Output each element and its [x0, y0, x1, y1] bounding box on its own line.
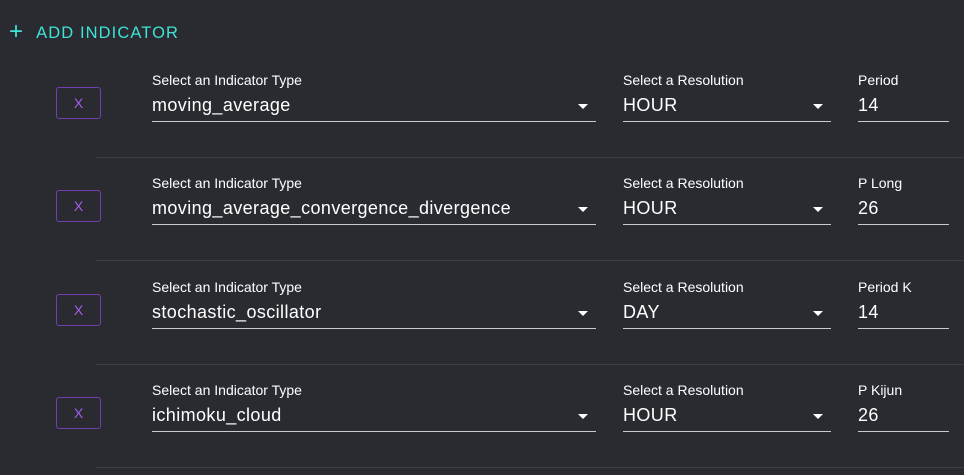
remove-indicator-button[interactable]: X [56, 397, 101, 429]
indicator-row: X Select an Indicator Type moving_averag… [0, 157, 964, 261]
add-indicator-label: ADD INDICATOR [36, 23, 180, 42]
indicator-type-label: Select an Indicator Type [152, 72, 302, 88]
resolution-select[interactable]: HOUR [623, 401, 831, 432]
parameter-input[interactable]: 26 [858, 194, 949, 225]
dropdown-caret-icon [578, 104, 588, 109]
parameter-field: P Kijun 26 [858, 382, 949, 432]
parameter-field: Period 14 [858, 72, 949, 122]
dropdown-caret-icon [578, 207, 588, 212]
dropdown-caret-icon [578, 311, 588, 316]
indicator-type-select[interactable]: moving_average_convergence_divergence [152, 194, 596, 225]
parameter-input[interactable]: 26 [858, 401, 949, 432]
parameter-label: P Kijun [858, 382, 903, 398]
indicator-type-value: moving_average [152, 95, 291, 115]
resolution-label: Select a Resolution [623, 382, 744, 398]
dropdown-caret-icon [578, 414, 588, 419]
indicator-type-select[interactable]: stochastic_oscillator [152, 298, 596, 329]
indicator-type-value: moving_average_convergence_divergence [152, 198, 512, 218]
indicator-type-value: ichimoku_cloud [152, 405, 282, 425]
dropdown-caret-icon [813, 414, 823, 419]
dropdown-caret-icon [813, 104, 823, 109]
indicator-type-select[interactable]: ichimoku_cloud [152, 401, 596, 432]
indicator-row: X Select an Indicator Type stochastic_os… [0, 261, 964, 365]
resolution-field: Select a Resolution HOUR [623, 175, 831, 225]
resolution-label: Select a Resolution [623, 175, 744, 191]
remove-indicator-button[interactable]: X [56, 190, 101, 222]
remove-indicator-button[interactable]: X [56, 87, 101, 119]
resolution-label: Select a Resolution [623, 279, 744, 295]
parameter-field: P Long 26 [858, 175, 949, 225]
indicator-type-select[interactable]: moving_average [152, 91, 596, 122]
indicator-type-value: stochastic_oscillator [152, 302, 322, 322]
indicator-type-field: Select an Indicator Type stochastic_osci… [152, 279, 596, 329]
dropdown-caret-icon [813, 207, 823, 212]
resolution-value: HOUR [623, 198, 678, 218]
resolution-field: Select a Resolution DAY [623, 279, 831, 329]
indicator-type-label: Select an Indicator Type [152, 175, 302, 191]
resolution-field: Select a Resolution HOUR [623, 72, 831, 122]
remove-indicator-button[interactable]: X [56, 294, 101, 326]
parameter-input[interactable]: 14 [858, 91, 949, 122]
add-indicator-button[interactable]: + ADD INDICATOR [9, 20, 179, 46]
parameter-field: Period K 14 [858, 279, 949, 329]
parameter-label: P Long [858, 175, 903, 191]
plus-icon: + [9, 18, 25, 45]
indicator-row: X Select an Indicator Type moving_averag… [0, 54, 964, 158]
resolution-select[interactable]: HOUR [623, 91, 831, 122]
resolution-select[interactable]: HOUR [623, 194, 831, 225]
indicator-type-label: Select an Indicator Type [152, 279, 302, 295]
parameter-input[interactable]: 14 [858, 298, 949, 329]
indicator-type-field: Select an Indicator Type ichimoku_cloud [152, 382, 596, 432]
indicator-type-field: Select an Indicator Type moving_average [152, 72, 596, 122]
parameter-label: Period K [858, 279, 912, 295]
resolution-value: HOUR [623, 95, 678, 115]
resolution-select[interactable]: DAY [623, 298, 831, 329]
resolution-value: HOUR [623, 405, 678, 425]
resolution-value: DAY [623, 302, 660, 322]
indicator-type-label: Select an Indicator Type [152, 382, 302, 398]
dropdown-caret-icon [813, 311, 823, 316]
row-divider [96, 467, 964, 468]
resolution-label: Select a Resolution [623, 72, 744, 88]
resolution-field: Select a Resolution HOUR [623, 382, 831, 432]
parameter-label: Period [858, 72, 899, 88]
indicator-type-field: Select an Indicator Type moving_average_… [152, 175, 596, 225]
indicator-row: X Select an Indicator Type ichimoku_clou… [0, 364, 964, 468]
